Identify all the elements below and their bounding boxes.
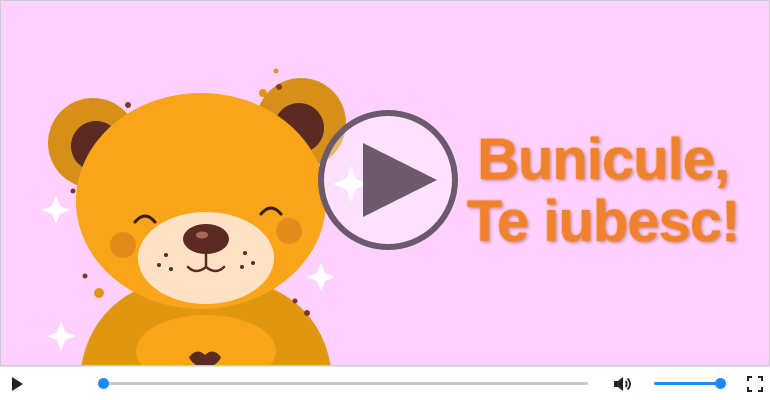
progress-knob[interactable] xyxy=(98,378,109,389)
progress-track xyxy=(98,382,588,385)
play-icon xyxy=(12,377,23,391)
video-controls xyxy=(0,366,770,400)
greeting-line-1: Bunicule, xyxy=(476,127,730,192)
volume-button[interactable] xyxy=(611,373,633,395)
big-play-button[interactable] xyxy=(310,110,470,250)
fullscreen-button[interactable] xyxy=(744,373,766,395)
fullscreen-icon xyxy=(747,376,763,392)
video-player: Bunicule, Te iubesc! xyxy=(0,0,770,400)
progress-bar[interactable] xyxy=(98,376,592,390)
volume-slider[interactable] xyxy=(652,376,728,390)
volume-icon xyxy=(614,377,631,391)
play-circle-icon xyxy=(318,110,458,250)
greeting-line-2: Te iubesc! xyxy=(466,189,741,254)
volume-knob[interactable] xyxy=(715,378,726,389)
volume-track xyxy=(654,382,722,385)
play-button[interactable] xyxy=(6,373,28,395)
greeting-message: Bunicule, Te iubesc! xyxy=(453,129,753,253)
video-frame[interactable]: Bunicule, Te iubesc! xyxy=(0,0,770,366)
